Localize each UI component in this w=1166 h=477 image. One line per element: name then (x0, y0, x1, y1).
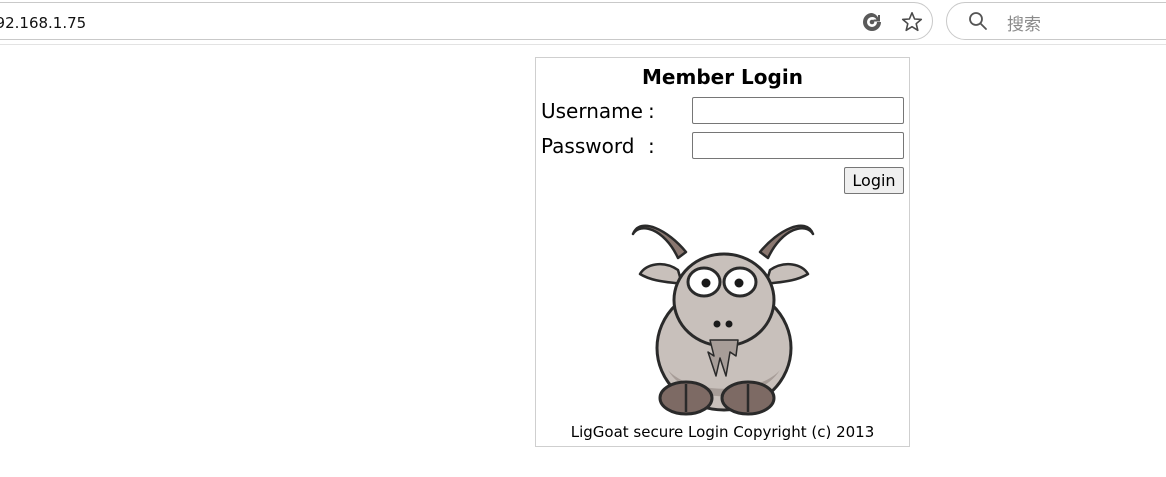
login-panel: Member Login Username : Password : Login (535, 57, 910, 447)
address-bar[interactable]: 192.168.1.75 (0, 2, 933, 40)
login-title: Member Login (642, 65, 803, 89)
password-label: Password (541, 134, 635, 158)
username-label: Username (541, 99, 643, 123)
search-icon[interactable] (968, 11, 988, 31)
toolbar-divider (0, 44, 1166, 45)
login-button[interactable]: Login (844, 167, 904, 194)
goat-mascot-icon (631, 224, 815, 416)
star-icon[interactable] (900, 10, 924, 34)
browser-toolbar: 192.168.1.75 搜索 (0, 0, 1166, 45)
password-colon: : (648, 134, 655, 158)
username-input[interactable] (692, 97, 904, 124)
copyright-text: LigGoat secure Login Copyright (c) 2013 (570, 423, 875, 441)
password-input[interactable] (692, 132, 904, 159)
username-colon: : (648, 99, 655, 123)
edge-refresh-icon[interactable] (861, 11, 883, 33)
search-placeholder[interactable]: 搜索 (1007, 10, 1041, 35)
address-text[interactable]: 192.168.1.75 (0, 14, 86, 32)
